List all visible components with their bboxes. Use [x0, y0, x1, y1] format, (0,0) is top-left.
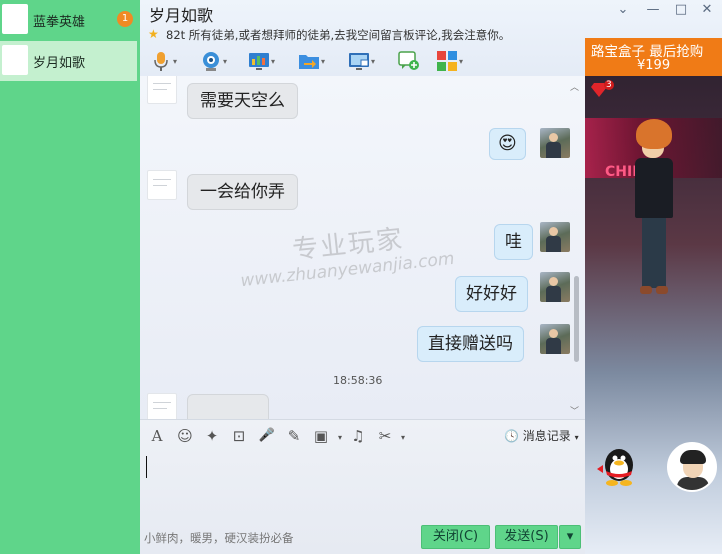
screen-share-icon [249, 53, 269, 70]
font-icon[interactable]: A [147, 426, 167, 446]
chat-title: 岁月如歌 [149, 6, 214, 25]
star-icon: ★ [148, 27, 159, 41]
more-options-button[interactable]: ⌄ [612, 1, 634, 19]
my-avatar[interactable] [540, 324, 570, 354]
add-app-tool[interactable] [396, 50, 430, 72]
gif-icon[interactable]: ⊡ [229, 426, 249, 446]
chevron-down-icon[interactable]: ▾ [223, 57, 227, 66]
avatar-figure-hair [636, 119, 672, 149]
chevron-down-icon[interactable]: ▾ [459, 57, 463, 66]
chevron-down-icon[interactable]: ▾ [173, 57, 177, 66]
contact-avatar [2, 45, 28, 75]
screen-share-tool[interactable]: ▾ [246, 50, 280, 72]
history-label: 消息记录 [522, 429, 571, 443]
minimize-button[interactable]: — [642, 1, 664, 19]
chevron-down-icon[interactable]: ▾ [330, 428, 350, 448]
file-transfer-icon [299, 55, 319, 69]
avatar-figure-shoe [656, 286, 668, 294]
clock-icon: 🕓 [504, 429, 519, 443]
contact-item[interactable]: 蓝拳英雄 1 [0, 0, 137, 40]
voice-call-tool[interactable]: ▾ [148, 50, 182, 72]
contact-name: 蓝拳英雄 [33, 15, 86, 30]
sender-avatar[interactable] [147, 76, 177, 104]
promo-price: ¥199 [637, 58, 671, 73]
my-avatar[interactable] [540, 272, 570, 302]
voice-message-icon[interactable]: 🎤 [257, 426, 277, 446]
message-input-area: A ☺ ✦ ⊡ 🎤 ✎ ▣ ▾ ♫ ✂ ▾ 🕓 消息记录 ▾ 小鲜肉，暖男，硬汉… [140, 419, 585, 554]
microphone-icon [154, 52, 168, 71]
message-bubble: 一会给你弄 [187, 174, 298, 210]
chevron-down-icon[interactable]: ▾ [393, 428, 413, 448]
gem-icon[interactable]: 3 [591, 80, 614, 98]
promo-banner[interactable]: 路宝盒子 最后抢购 ¥199 [585, 38, 722, 76]
emoji-icon[interactable]: ☺ [175, 426, 195, 446]
chevron-down-icon[interactable]: ▾ [371, 57, 375, 66]
apps-grid-icon [437, 51, 457, 71]
sender-avatar[interactable] [147, 170, 177, 200]
message-timestamp: 18:58:36 [333, 374, 383, 387]
avatar-figure-shoe [640, 286, 652, 294]
message-history-button[interactable]: 🕓 消息记录 ▾ [504, 427, 579, 444]
send-button[interactable]: 发送(S) [495, 525, 558, 549]
video-call-tool[interactable]: ▾ [198, 50, 232, 72]
input-hint: 小鲜肉，暖男，硬汉装扮必备 [144, 531, 294, 545]
text-cursor[interactable] [146, 456, 147, 478]
message-bubble: 直接赠送吗 [417, 326, 524, 362]
avatar-figure-body [635, 158, 673, 218]
qq-penguin-icon[interactable] [595, 443, 639, 487]
contact-name: 岁月如歌 [33, 56, 86, 71]
promo-panel[interactable]: 路宝盒子 最后抢购 ¥199 3 CHINA [585, 38, 722, 554]
message-bubble [187, 394, 269, 419]
scroll-up-arrow[interactable]: ︿ [570, 80, 579, 93]
my-avatar[interactable] [540, 222, 570, 252]
camera-icon [203, 52, 219, 71]
scroll-down-arrow[interactable]: ﹀ [570, 404, 579, 417]
add-app-icon [398, 51, 419, 70]
contact-item-active[interactable]: 岁月如歌 [0, 41, 137, 81]
close-window-button[interactable]: ✕ [696, 1, 718, 19]
user-avatar[interactable] [667, 442, 717, 492]
sender-avatar[interactable] [147, 393, 177, 419]
contact-sidebar: 蓝拳英雄 1 岁月如歌 [0, 0, 140, 554]
chevron-down-icon: ▾ [574, 433, 579, 442]
music-icon[interactable]: ♫ [348, 426, 368, 446]
promo-title: 路宝盒子 最后抢购 [591, 44, 704, 60]
apps-grid-tool[interactable]: ▾ [434, 50, 468, 72]
chevron-down-icon[interactable]: ▾ [271, 57, 275, 66]
contact-signature: 82t 所有徒弟,或者想拜师的徒弟,去我空间留言板评论,我会注意你。 [166, 28, 511, 42]
emoji-message-bubble: 😍 [489, 128, 526, 160]
close-button[interactable]: 关闭(C) [421, 525, 490, 549]
message-bubble: 哇 [494, 224, 533, 260]
shake-window-icon[interactable]: ✦ [202, 426, 222, 446]
message-bubble: 需要天空么 [187, 83, 298, 119]
my-avatar[interactable] [540, 128, 570, 158]
send-options-button[interactable]: ▾ [559, 525, 581, 549]
unread-badge: 1 [117, 11, 133, 27]
message-list[interactable]: 需要天空么 😍 一会给你弄 哇 好好好 直接赠送吗 18:58:36 专业玩家 … [140, 76, 585, 419]
chevron-down-icon[interactable]: ▾ [321, 57, 325, 66]
remote-desktop-icon [349, 53, 369, 70]
file-transfer-tool[interactable]: ▾ [296, 50, 330, 72]
maximize-button[interactable]: □ [670, 1, 692, 19]
image-icon[interactable]: ▣ [311, 426, 331, 446]
message-bubble: 好好好 [455, 276, 528, 312]
contact-avatar [2, 4, 28, 34]
scissors-icon[interactable]: ✂ [375, 426, 395, 446]
scrollbar-thumb[interactable] [574, 276, 579, 362]
edit-icon[interactable]: ✎ [284, 426, 304, 446]
remote-desktop-tool[interactable]: ▾ [346, 50, 380, 72]
avatar-figure-legs [642, 218, 666, 288]
gem-count: 3 [604, 80, 614, 90]
